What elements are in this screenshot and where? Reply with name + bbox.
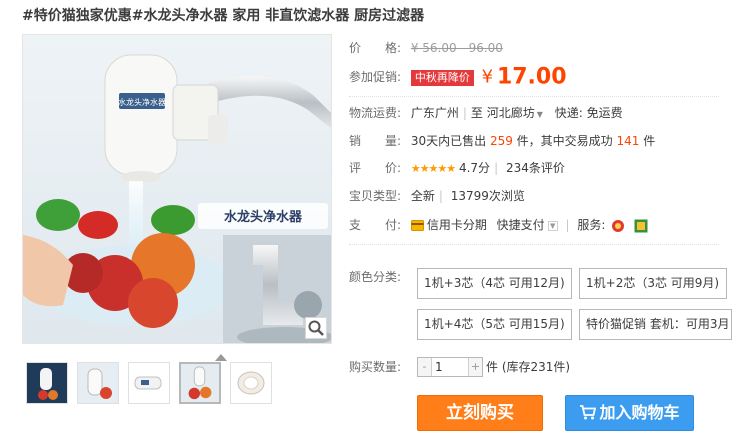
quantity-input[interactable] [433,358,467,376]
view-count: 13799次浏览 [450,189,525,203]
currency-symbol: ¥ [481,66,494,88]
stock-info: 件 (库存231件) [486,360,571,374]
success-count: 141 [616,134,640,148]
price-row: 价 格: ¥ 56.00 - 96.00 [349,38,503,58]
sku-label-row: 颜色分类: [349,267,407,287]
quantity-increase-button[interactable]: + [468,358,482,376]
divider [349,244,719,245]
service-label: 服务: [577,218,606,232]
quantity-label-row: 购买数量: [349,357,407,377]
reviews-row: 评 价: ★★★★★ 4.7分 | 234条评价 [349,158,565,178]
faucet-filter-illustration: 水龙头净水器 水龙头净水器 [23,35,331,343]
quantity-label: 购买数量: [349,360,402,374]
thumbnail-1[interactable] [26,362,68,404]
payment-row: 支 付: 信用卡分期 快捷支付 ▼ | 服务: [349,215,651,235]
thumbnail-strip [22,354,282,406]
sku-option-2[interactable]: 1机+2芯（3芯 可用9月) [579,268,727,299]
credit-installment[interactable]: 信用卡分期 [427,218,487,232]
promotion-price: 17.00 [496,64,567,90]
cart-icon [580,405,597,420]
stock-row: 件 (库存231件) [486,357,570,377]
active-thumb-indicator [215,354,227,361]
chevron-down-icon[interactable]: ▼ [547,220,558,231]
thumbnail-2[interactable] [77,362,119,404]
review-count[interactable]: 234条评价 [506,161,565,175]
original-price: ¥ 56.00 - 96.00 [410,41,503,55]
add-to-cart-label: 加入购物车 [599,403,680,422]
guarantee-icon[interactable] [609,219,627,233]
shipping-row: 物流运费: 广东广州 | 至 河北廊坊 ▼ 快递: 免运费 [349,103,623,123]
payment-label: 支 付: [349,218,402,232]
return-policy-icon[interactable] [634,219,648,233]
divider [349,96,719,97]
buy-now-button[interactable]: 立刻购买 [417,395,543,431]
zoom-icon[interactable] [305,317,327,339]
condition-row: 宝贝类型: 全新 | 13799次浏览 [349,186,525,206]
ship-from: 广东广州 [410,106,459,120]
credit-card-icon [410,220,424,231]
price-label: 价 格: [349,41,402,55]
ship-to-prefix: 至 [470,106,483,120]
shipping-fee: 快递: 免运费 [554,106,623,120]
promotion-badge[interactable]: 中秋再降价 [410,69,474,86]
svg-text:水龙头净水器: 水龙头净水器 [118,97,166,107]
svg-text:水龙头净水器: 水龙头净水器 [224,209,303,225]
quick-pay[interactable]: 快捷支付 [497,218,545,232]
sku-label: 颜色分类: [349,270,402,284]
sku-option-4[interactable]: 特价猫促销 套机：可用3月 [579,309,732,340]
sales-label: 销 量: [349,134,402,148]
condition-type: 全新 [410,189,435,203]
add-to-cart-button[interactable]: 加入购物车 [565,395,694,431]
main-product-image[interactable]: 水龙头净水器 水龙头净水器 [22,34,332,344]
sku-option-1[interactable]: 1机+3芯（4芯 可用12月) [417,268,572,299]
sales-suffix: 件 [643,134,656,148]
sold-count: 259 [489,134,513,148]
sku-option-3[interactable]: 1机+4芯（5芯 可用15月) [417,309,572,340]
shipping-label: 物流运费: [349,106,402,120]
promotion-label: 参加促销: [349,70,402,84]
ship-to[interactable]: 河北廊坊 [487,106,535,120]
sales-row: 销 量: 30天内已售出 259 件，其中交易成功 141 件 [349,131,655,151]
reviews-label: 评 价: [349,161,402,175]
chevron-down-icon[interactable]: ▼ [537,110,543,119]
thumbnail-3[interactable] [128,362,170,404]
thumbnail-4[interactable] [179,362,221,404]
condition-label: 宝贝类型: [349,189,402,203]
rating-score: 4.7分 [458,161,491,175]
rating-stars-icon: ★★★★★ [410,162,456,175]
product-title: #特价猫独家优惠#水龙头净水器 家用 非直饮滤水器 厨房过滤器 [22,8,425,24]
sales-middle: 件，其中交易成功 [516,134,613,148]
thumbnail-5[interactable] [230,362,272,404]
quantity-stepper: - + [417,357,483,377]
sales-prefix: 30天内已售出 [410,134,487,148]
quantity-decrease-button[interactable]: - [418,358,432,376]
promotion-row: 参加促销: 中秋再降价 ¥ 17.00 [349,63,567,91]
